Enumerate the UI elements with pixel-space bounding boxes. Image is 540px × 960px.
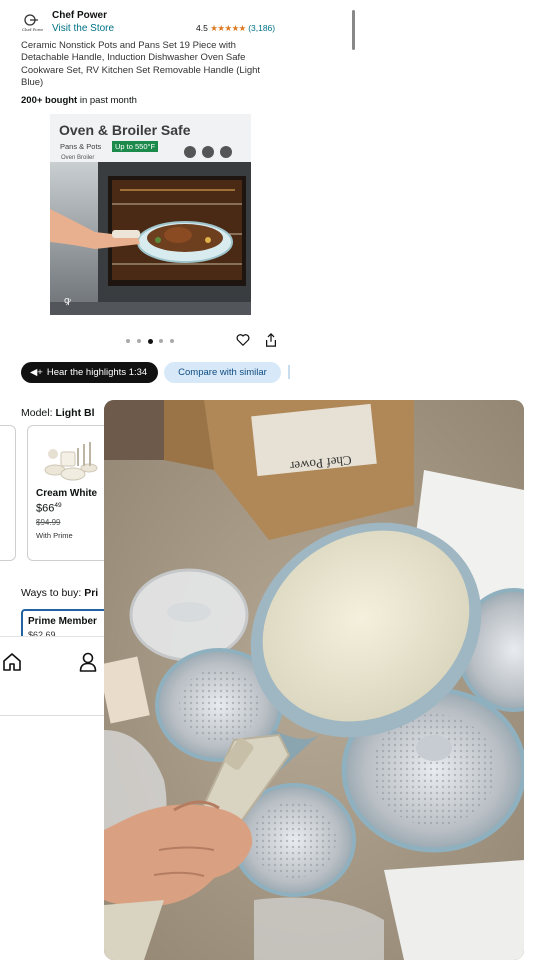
visit-store-link[interactable]: Visit the Store [52,23,114,34]
price-cents: 49 [54,502,62,509]
rating-stars-icon: ★★★★★ [210,23,246,33]
video-overlay[interactable]: Chef Power [104,400,524,960]
carousel-dot[interactable] [137,339,141,343]
compare-similar-button[interactable]: Compare with similar [164,362,281,383]
bought-bold: 200+ bought [21,95,78,106]
rating-count[interactable]: (3,186) [248,23,275,33]
cream-white-set-image [44,442,98,481]
product-title: Ceramic Nonstick Pots and Pans Set 19 Pi… [21,40,261,89]
svg-text:Chef Power: Chef Power [22,27,43,32]
model-selector: Model: Light Bl [21,407,95,419]
product-image[interactable]: ꝙ Oven & Broiler Safe Pans & Pots Up to … [50,114,251,315]
variant-list-price: $94.99 [36,518,61,527]
compare-label: Compare with similar [178,367,267,378]
carousel-dot[interactable] [148,339,153,344]
carousel-dots[interactable] [126,339,186,345]
rating-value: 4.5 [196,23,208,33]
scrollbar[interactable] [352,10,355,50]
chef-power-logo-icon: Chef Power [22,14,43,32]
brand-name: Chef Power [52,10,108,21]
speaker-icon: ◀+ [30,367,43,378]
share-icon[interactable] [264,333,278,347]
hero-headline: Oven & Broiler Safe [59,122,191,138]
ways-to-buy: Ways to buy: Pri [21,587,98,599]
hero-subtitle: Pans & Pots [60,142,102,151]
temperature-badge: Up to 550°F [112,141,159,152]
variant-prime-note: With Prime [36,531,73,540]
highlights-label: Hear the highlights 1:34 [46,367,148,378]
bought-count: 200+ bought in past month [21,95,137,106]
carousel-dot[interactable] [159,339,163,343]
variant-name: Cream White [36,488,98,499]
next-pill-edge[interactable] [288,365,290,379]
prime-option-title: Prime Member [28,616,97,627]
rating[interactable]: 4.5 ★★★★★ (3,186) [196,23,275,34]
oven-broiler-icon: Oven Broiler [61,155,95,161]
bought-rest: in past month [77,95,137,106]
carousel-dot[interactable] [170,339,174,343]
account-icon[interactable] [79,652,97,672]
carousel-dot[interactable] [126,339,130,343]
heart-icon[interactable] [236,333,250,347]
model-label: Model: [21,407,56,419]
ways-label: Ways to buy: [21,587,85,599]
variant-card-prev[interactable] [0,425,16,561]
brand-row: Chef Power Chef Power Visit the Store 4.… [21,10,311,36]
svg-text:ꝙ: ꝙ [64,296,71,306]
variant-price: $6649 [36,502,62,515]
home-icon[interactable] [2,652,22,672]
model-selected: Light Bl [55,407,95,419]
ways-selected: Pri [84,587,99,599]
cookware-unboxing-photo [104,400,524,960]
hear-highlights-button[interactable]: ◀+ Hear the highlights 1:34 [21,362,158,383]
price-dollars: $66 [36,502,55,515]
